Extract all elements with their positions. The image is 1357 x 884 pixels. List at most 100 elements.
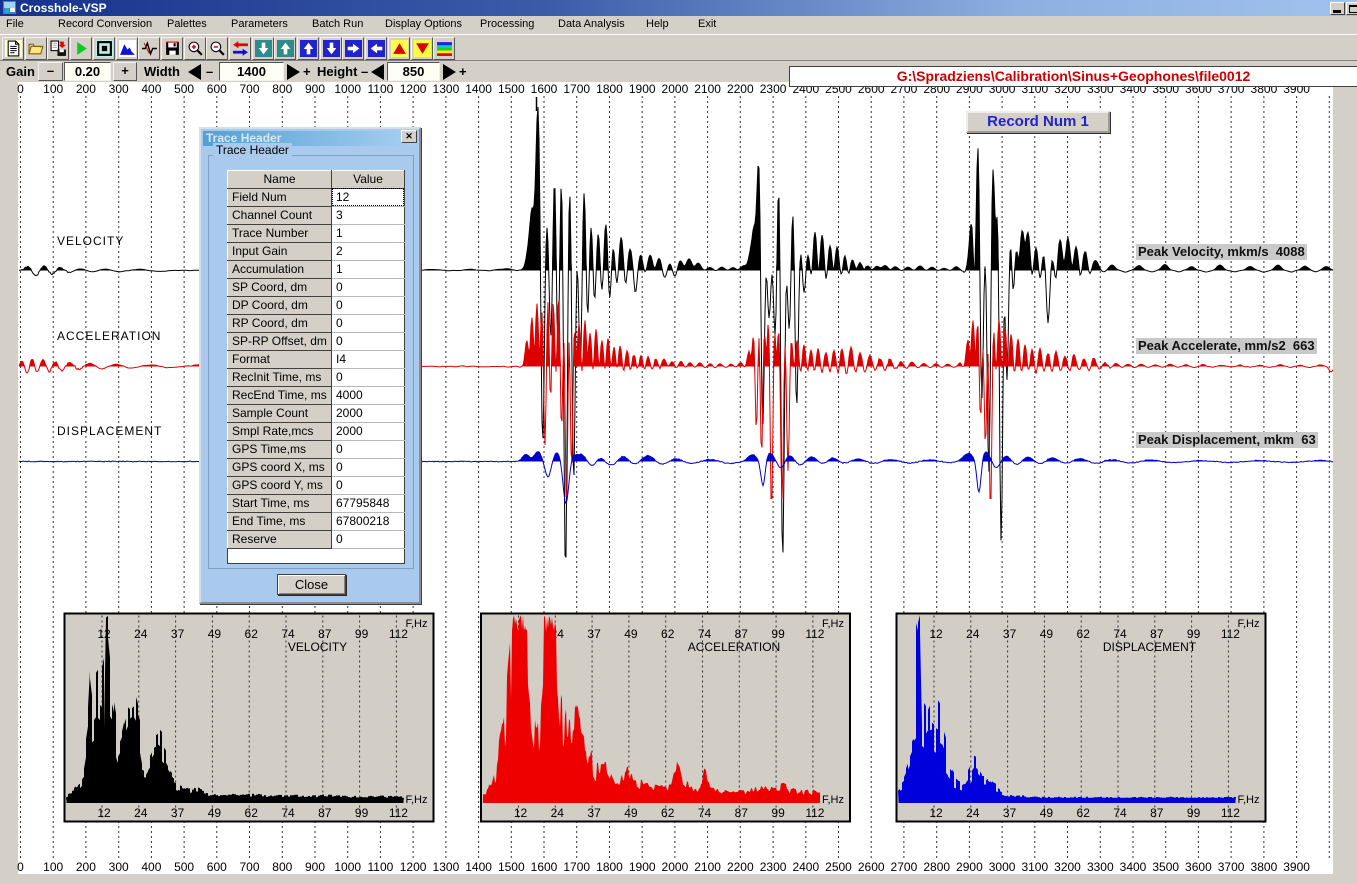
svg-text:1500: 1500: [498, 860, 525, 874]
svg-text:500: 500: [174, 82, 194, 96]
svg-text:1300: 1300: [433, 82, 460, 96]
svg-text:99: 99: [771, 627, 785, 641]
svg-text:1700: 1700: [563, 82, 590, 96]
svg-text:700: 700: [239, 82, 259, 96]
svg-text:200: 200: [76, 860, 96, 874]
svg-text:87: 87: [735, 806, 749, 820]
svg-text:0: 0: [17, 860, 24, 874]
svg-text:99: 99: [1187, 806, 1201, 820]
svg-text:62: 62: [661, 806, 675, 820]
svg-text:1300: 1300: [433, 860, 460, 874]
svg-text:1400: 1400: [465, 82, 492, 96]
svg-text:2100: 2100: [694, 82, 721, 96]
svg-text:1500: 1500: [498, 82, 525, 96]
svg-text:12: 12: [97, 806, 111, 820]
svg-text:3000: 3000: [989, 860, 1016, 874]
svg-text:900: 900: [305, 860, 325, 874]
svg-text:24: 24: [551, 806, 565, 820]
svg-text:99: 99: [1187, 627, 1201, 641]
svg-text:F,Hz: F,Hz: [1238, 618, 1260, 630]
svg-text:112: 112: [1221, 806, 1240, 820]
svg-text:DISPLACEMENT: DISPLACEMENT: [1103, 640, 1197, 654]
svg-text:74: 74: [1113, 627, 1127, 641]
svg-text:99: 99: [355, 806, 369, 820]
svg-text:37: 37: [587, 806, 601, 820]
svg-text:1100: 1100: [367, 82, 393, 96]
svg-text:1000: 1000: [334, 82, 361, 96]
svg-text:3600: 3600: [1185, 860, 1212, 874]
svg-text:49: 49: [1040, 627, 1054, 641]
svg-text:24: 24: [134, 627, 148, 641]
svg-text:2000: 2000: [662, 82, 689, 96]
svg-text:99: 99: [355, 627, 369, 641]
svg-text:F,Hz: F,Hz: [822, 618, 844, 630]
svg-text:3300: 3300: [1087, 860, 1114, 874]
svg-text:2700: 2700: [891, 860, 918, 874]
svg-text:112: 112: [389, 806, 408, 820]
svg-text:74: 74: [281, 627, 295, 641]
svg-text:900: 900: [305, 82, 325, 96]
svg-text:F,Hz: F,Hz: [406, 794, 428, 806]
svg-text:F,Hz: F,Hz: [406, 618, 428, 630]
svg-text:VELOCITY: VELOCITY: [288, 640, 347, 654]
svg-text:3100: 3100: [1021, 860, 1048, 874]
svg-text:1600: 1600: [531, 82, 558, 96]
svg-text:2200: 2200: [727, 860, 754, 874]
svg-text:3400: 3400: [1120, 860, 1147, 874]
svg-text:62: 62: [1077, 806, 1091, 820]
svg-text:12: 12: [929, 627, 943, 641]
svg-text:12: 12: [929, 806, 943, 820]
svg-text:49: 49: [208, 627, 222, 641]
svg-text:800: 800: [272, 82, 292, 96]
svg-text:37: 37: [171, 806, 185, 820]
svg-text:62: 62: [661, 627, 675, 641]
svg-text:49: 49: [208, 806, 222, 820]
svg-text:24: 24: [966, 627, 980, 641]
svg-text:100: 100: [43, 82, 63, 96]
svg-text:300: 300: [109, 82, 129, 96]
svg-text:2500: 2500: [825, 860, 852, 874]
svg-text:300: 300: [109, 860, 129, 874]
svg-text:3900: 3900: [1283, 860, 1310, 874]
svg-text:62: 62: [245, 806, 259, 820]
svg-text:400: 400: [141, 860, 161, 874]
svg-text:2200: 2200: [727, 82, 754, 96]
svg-text:1200: 1200: [400, 860, 427, 874]
svg-text:87: 87: [735, 627, 749, 641]
svg-text:87: 87: [1150, 627, 1164, 641]
svg-text:112: 112: [805, 806, 824, 820]
svg-text:2600: 2600: [858, 860, 885, 874]
svg-text:74: 74: [698, 806, 712, 820]
svg-text:VELOCITY: VELOCITY: [57, 234, 124, 248]
svg-text:ACCELERATION: ACCELERATION: [57, 329, 161, 343]
svg-text:99: 99: [771, 806, 785, 820]
svg-text:0: 0: [17, 82, 24, 96]
svg-text:1400: 1400: [465, 860, 492, 874]
svg-text:1900: 1900: [629, 82, 656, 96]
svg-text:74: 74: [281, 806, 295, 820]
svg-text:87: 87: [318, 806, 332, 820]
svg-text:87: 87: [318, 627, 332, 641]
svg-text:F,Hz: F,Hz: [1238, 794, 1260, 806]
svg-text:1800: 1800: [596, 82, 623, 96]
svg-text:2900: 2900: [956, 860, 983, 874]
svg-text:1200: 1200: [400, 82, 427, 96]
svg-text:2300: 2300: [760, 860, 787, 874]
svg-text:400: 400: [141, 82, 161, 96]
svg-text:49: 49: [624, 627, 638, 641]
svg-text:2400: 2400: [792, 860, 819, 874]
svg-text:49: 49: [1040, 806, 1054, 820]
svg-text:2100: 2100: [694, 860, 721, 874]
svg-text:1600: 1600: [531, 860, 558, 874]
svg-text:800: 800: [272, 860, 292, 874]
svg-text:24: 24: [134, 806, 148, 820]
svg-text:37: 37: [1003, 806, 1017, 820]
svg-text:2300: 2300: [760, 82, 787, 96]
svg-text:1100: 1100: [367, 860, 393, 874]
svg-text:37: 37: [587, 627, 601, 641]
svg-text:500: 500: [174, 860, 194, 874]
svg-text:49: 49: [624, 806, 638, 820]
svg-text:62: 62: [1077, 627, 1091, 641]
svg-text:3700: 3700: [1218, 860, 1245, 874]
svg-text:DISPLACEMENT: DISPLACEMENT: [57, 424, 162, 438]
